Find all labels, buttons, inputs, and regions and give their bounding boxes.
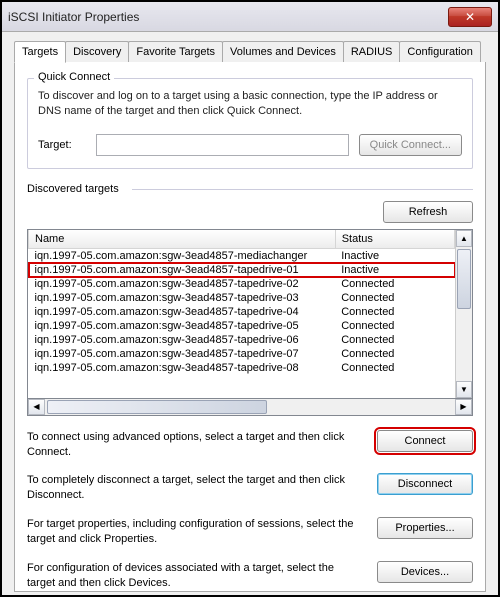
hscroll-thumb[interactable]: [47, 400, 267, 414]
scroll-right-button[interactable]: ▶: [455, 399, 472, 415]
cell-name: iqn.1997-05.com.amazon:sgw-3ead4857-tape…: [29, 305, 336, 319]
discovered-targets-label: Discovered targets: [27, 183, 473, 195]
cell-name: iqn.1997-05.com.amazon:sgw-3ead4857-tape…: [29, 347, 336, 361]
table-row[interactable]: iqn.1997-05.com.amazon:sgw-3ead4857-medi…: [29, 248, 455, 263]
disconnect-text: To completely disconnect a target, selec…: [27, 473, 365, 503]
scroll-left-button[interactable]: ◀: [28, 399, 45, 415]
column-header-status[interactable]: Status: [335, 230, 454, 249]
content-area: TargetsDiscoveryFavorite TargetsVolumes …: [2, 32, 498, 597]
cell-status: Connected: [335, 305, 454, 319]
tab-targets[interactable]: Targets: [14, 41, 66, 63]
cell-status: Inactive: [335, 248, 454, 263]
tab-volumes-and-devices[interactable]: Volumes and Devices: [222, 41, 344, 62]
table-row[interactable]: iqn.1997-05.com.amazon:sgw-3ead4857-tape…: [29, 305, 455, 319]
cell-status: Connected: [335, 277, 454, 291]
scroll-track[interactable]: [456, 247, 472, 381]
properties-row: For target properties, including configu…: [27, 517, 473, 547]
devices-button[interactable]: Devices...: [377, 561, 473, 583]
connect-row: To connect using advanced options, selec…: [27, 430, 473, 460]
cell-status: Connected: [335, 319, 454, 333]
devices-text: For configuration of devices associated …: [27, 561, 365, 591]
scroll-thumb[interactable]: [457, 249, 471, 309]
titlebar: iSCSI Initiator Properties ✕: [2, 2, 498, 32]
table-row[interactable]: iqn.1997-05.com.amazon:sgw-3ead4857-tape…: [29, 277, 455, 291]
hscroll-track[interactable]: [45, 399, 455, 415]
tab-radius[interactable]: RADIUS: [343, 41, 401, 62]
table-row[interactable]: iqn.1997-05.com.amazon:sgw-3ead4857-tape…: [29, 347, 455, 361]
table-row[interactable]: iqn.1997-05.com.amazon:sgw-3ead4857-tape…: [29, 361, 455, 375]
connect-button[interactable]: Connect: [377, 430, 473, 452]
cell-status: Connected: [335, 333, 454, 347]
cell-status: Connected: [335, 291, 454, 305]
refresh-button[interactable]: Refresh: [383, 201, 473, 223]
tab-panel-targets: Quick Connect To discover and log on to …: [14, 62, 486, 592]
table-row[interactable]: iqn.1997-05.com.amazon:sgw-3ead4857-tape…: [29, 319, 455, 333]
scroll-up-button[interactable]: ▲: [456, 230, 472, 247]
window: iSCSI Initiator Properties ✕ TargetsDisc…: [0, 0, 500, 597]
close-button[interactable]: ✕: [448, 7, 492, 27]
target-input[interactable]: [96, 134, 349, 156]
cell-name: iqn.1997-05.com.amazon:sgw-3ead4857-tape…: [29, 291, 336, 305]
close-icon: ✕: [465, 10, 475, 24]
column-header-name[interactable]: Name: [29, 230, 336, 249]
cell-name: iqn.1997-05.com.amazon:sgw-3ead4857-medi…: [29, 248, 336, 263]
tab-configuration[interactable]: Configuration: [399, 41, 480, 62]
tab-discovery[interactable]: Discovery: [65, 41, 129, 62]
properties-text: For target properties, including configu…: [27, 517, 365, 547]
horizontal-scrollbar[interactable]: ◀ ▶: [27, 399, 473, 416]
disconnect-button[interactable]: Disconnect: [377, 473, 473, 495]
cell-status: Connected: [335, 361, 454, 375]
quick-connect-description: To discover and log on to a target using…: [38, 89, 462, 120]
target-label: Target:: [38, 139, 86, 151]
quick-connect-group: Quick Connect To discover and log on to …: [27, 78, 473, 169]
scroll-down-button[interactable]: ▼: [456, 381, 472, 398]
tab-favorite-targets[interactable]: Favorite Targets: [128, 41, 223, 62]
table-row[interactable]: iqn.1997-05.com.amazon:sgw-3ead4857-tape…: [29, 291, 455, 305]
table-row[interactable]: iqn.1997-05.com.amazon:sgw-3ead4857-tape…: [29, 263, 455, 277]
table-row[interactable]: iqn.1997-05.com.amazon:sgw-3ead4857-tape…: [29, 333, 455, 347]
targets-table: Name Status iqn.1997-05.com.amazon:sgw-3…: [27, 229, 473, 399]
devices-row: For configuration of devices associated …: [27, 561, 473, 591]
properties-button[interactable]: Properties...: [377, 517, 473, 539]
cell-name: iqn.1997-05.com.amazon:sgw-3ead4857-tape…: [29, 319, 336, 333]
quick-connect-button[interactable]: Quick Connect...: [359, 134, 462, 156]
refresh-row: Refresh: [27, 201, 473, 223]
tab-strip: TargetsDiscoveryFavorite TargetsVolumes …: [14, 41, 486, 63]
cell-name: iqn.1997-05.com.amazon:sgw-3ead4857-tape…: [29, 333, 336, 347]
cell-name: iqn.1997-05.com.amazon:sgw-3ead4857-tape…: [29, 361, 336, 375]
window-title: iSCSI Initiator Properties: [8, 10, 448, 24]
cell-name: iqn.1997-05.com.amazon:sgw-3ead4857-tape…: [29, 277, 336, 291]
cell-status: Inactive: [335, 263, 454, 277]
quick-connect-label: Quick Connect: [34, 71, 114, 83]
connect-text: To connect using advanced options, selec…: [27, 430, 365, 460]
cell-name: iqn.1997-05.com.amazon:sgw-3ead4857-tape…: [29, 263, 336, 277]
cell-status: Connected: [335, 347, 454, 361]
vertical-scrollbar[interactable]: ▲ ▼: [455, 230, 472, 398]
quick-connect-row: Target: Quick Connect...: [38, 134, 462, 156]
disconnect-row: To completely disconnect a target, selec…: [27, 473, 473, 503]
